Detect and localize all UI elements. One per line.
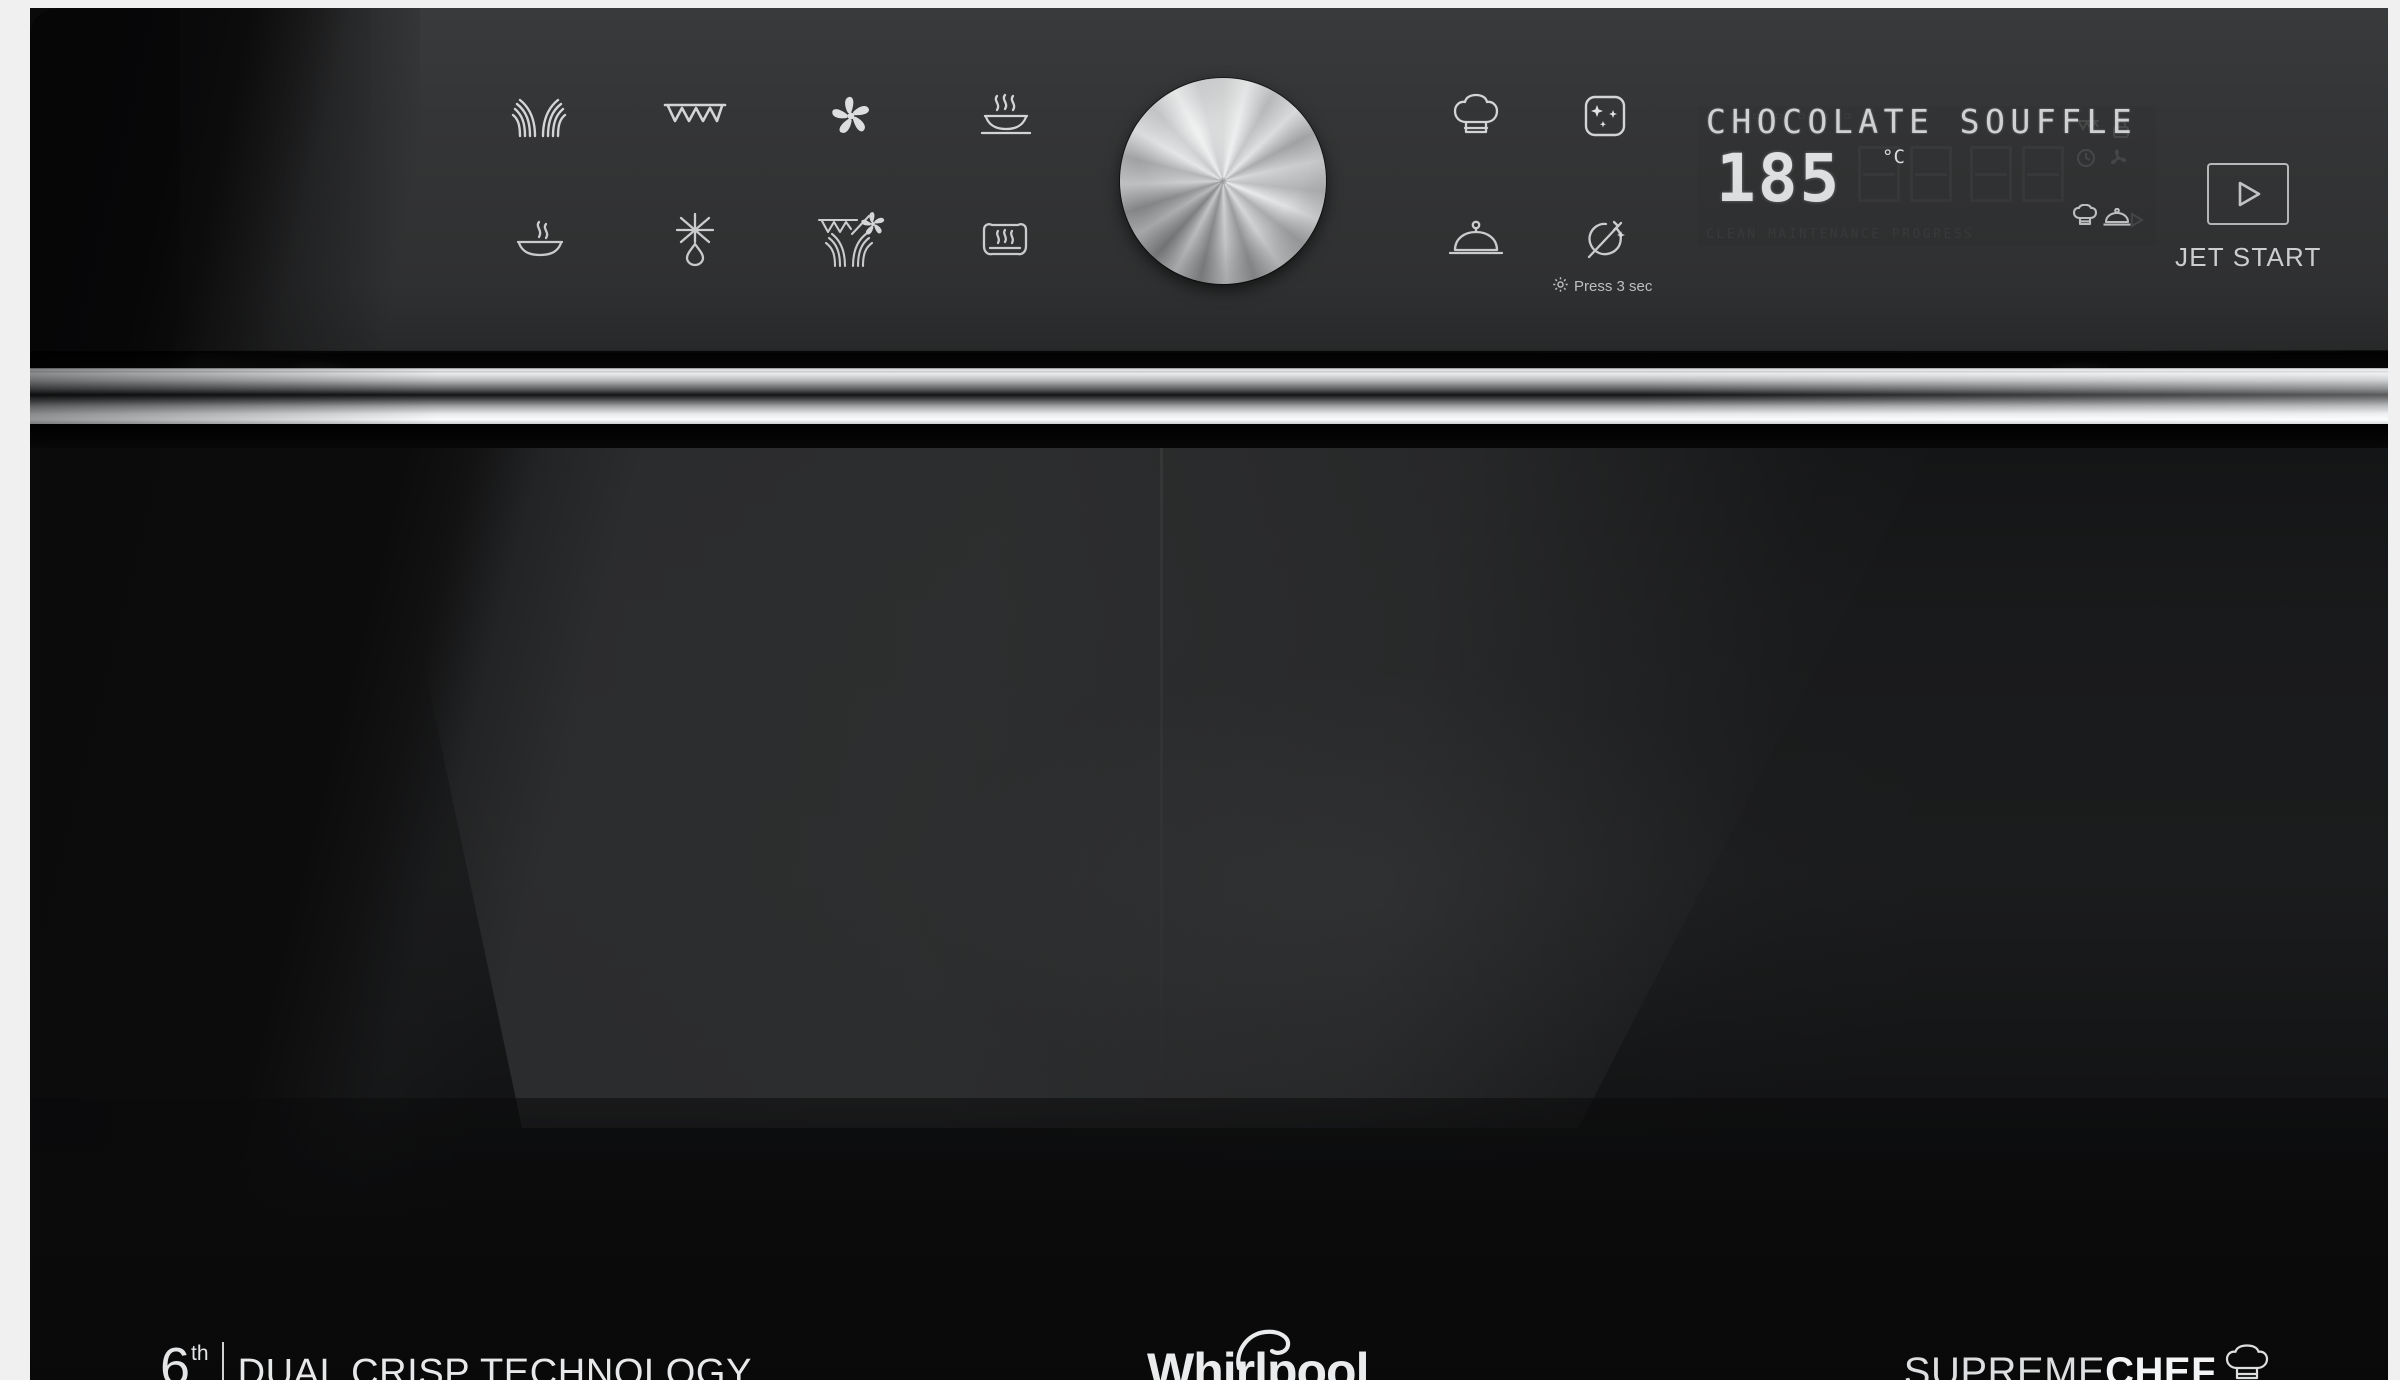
gear-icon: [1552, 276, 1569, 297]
control-panel: STOP JET START Press 3 sec ▫ ▫ ▫ ▫ ▫ ▫ ▫…: [30, 8, 2400, 368]
frame-edge-left: [0, 0, 30, 1380]
inactive-digit-placeholder: [2022, 146, 2064, 202]
door-reflection-seam: [1160, 448, 1163, 1108]
cloche-indicator-icon: [2102, 207, 2132, 233]
grill-element-icon: [662, 99, 728, 133]
crisp-function-button[interactable]: [962, 80, 1048, 152]
grill-fan-waves-icon: [817, 212, 885, 268]
snowflake-droplet-icon: [671, 212, 719, 268]
settings-mute-function-button[interactable]: [1562, 204, 1648, 276]
badge-ordinal-suffix: th: [191, 1342, 209, 1365]
baking-dish-heat-icon: [977, 218, 1033, 262]
door-handle[interactable]: [30, 368, 2400, 424]
jet-start-button[interactable]: JET START: [2175, 163, 2322, 273]
stop-button-label: STOP: [126, 225, 202, 255]
chef-hat-logo-icon: [2224, 1344, 2270, 1380]
fan-blades-icon: [828, 93, 874, 139]
badge-divider: [221, 1342, 224, 1380]
lcd-temperature-unit: °C: [1882, 146, 1905, 168]
rotary-selector-knob[interactable]: [1120, 78, 1326, 284]
frame-edge-right: [2388, 0, 2400, 1380]
microwave-function-button[interactable]: [496, 80, 582, 152]
appliance-front: STOP JET START Press 3 sec ▫ ▫ ▫ ▫ ▫ ▫ ▫…: [0, 0, 2400, 1380]
door-reflection-floor: [30, 1098, 2400, 1380]
grill-function-button[interactable]: [652, 80, 738, 152]
supremechef-bold-text: CHEF: [2105, 1350, 2216, 1380]
forced-air-function-button[interactable]: [808, 80, 894, 152]
microwave-waves-icon: [508, 94, 570, 138]
whirlpool-logo: Whirlpool: [1147, 1329, 1369, 1380]
sparkle-square-icon: [1583, 94, 1627, 138]
lcd-ghost-bottom-row: CLEAN MAINTENANCE PROGRESS: [1706, 227, 1975, 242]
play-triangle-icon: [2207, 163, 2290, 225]
defrost-function-button[interactable]: [652, 204, 738, 276]
grill-fan-microwave-function-button[interactable]: [808, 204, 894, 276]
crossed-circle-sparkle-icon: [1582, 217, 1628, 263]
auto-clean-function-button[interactable]: [1562, 80, 1648, 152]
door-reflection-glow: [810, 608, 1910, 1168]
jet-start-button-label: JET START: [2175, 242, 2322, 272]
stop-square-icon: [123, 146, 205, 208]
cloche-icon: [1448, 220, 1504, 260]
badge-label: DUAL CRISP TECHNOLOGY: [237, 1352, 753, 1380]
chef-hat-icon: [1452, 93, 1500, 138]
stop-button[interactable]: STOP: [123, 146, 205, 256]
badge-numeral: 6: [160, 1337, 191, 1380]
panel-gloss-reflection-secondary: [180, 8, 420, 353]
lcd-temperature-value: 185: [1716, 140, 1842, 217]
frame-edge-top: [0, 0, 2400, 8]
glass-door-body: STOP JET START Press 3 sec ▫ ▫ ▫ ▫ ▫ ▫ ▫…: [30, 8, 2400, 1380]
warm-hold-function-button[interactable]: [496, 204, 582, 276]
whirlpool-swirl-icon: [1236, 1329, 1291, 1371]
inactive-digit-placeholder: [1970, 146, 2012, 202]
supremechef-light-text: SUPREME: [1903, 1350, 2106, 1380]
inactive-digit-placeholder: [1910, 146, 1952, 202]
dish-heat-waves-icon: [977, 93, 1033, 139]
chef-hat-indicator-icon: [2072, 203, 2098, 233]
recipes-function-button[interactable]: [1433, 80, 1519, 152]
press-3-sec-hint: Press 3 sec: [1552, 276, 1652, 297]
bake-dish-function-button[interactable]: [962, 204, 1048, 276]
plate-steam-icon: [510, 218, 568, 262]
dual-crisp-technology-badge: 6 th DUAL CRISP TECHNOLOGY: [160, 1337, 753, 1380]
lcd-program-name: CHOCOLATE SOUFFLE: [1706, 106, 2138, 141]
keep-warm-function-button[interactable]: [1433, 204, 1519, 276]
press-3-sec-label: Press 3 sec: [1574, 278, 1653, 295]
clock-indicator-icon: [2076, 148, 2096, 173]
supremechef-logo: SUPREME CHEF: [1904, 1344, 2270, 1380]
fan-indicator-icon: [2108, 148, 2128, 173]
lcd-display[interactable]: ▫ ▫ ▫ ▫ ▫ ▫ ▫ ▫ CHOCOLATE SOUFFLE 185 °C: [1698, 106, 2156, 246]
